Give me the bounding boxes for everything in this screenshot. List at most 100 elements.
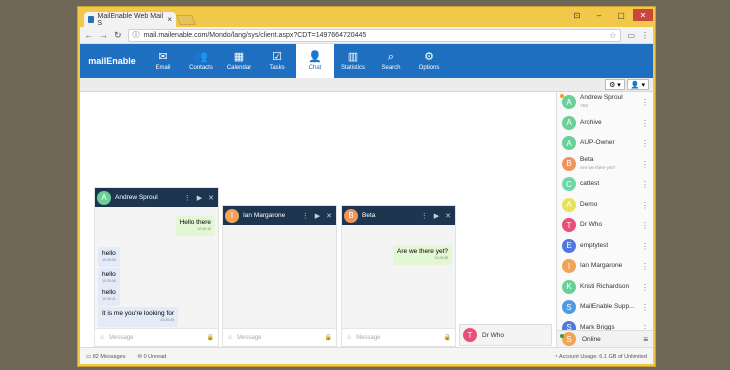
chat-header[interactable]: I Ian Margarone ⋮ ▶ ✕ [223,206,336,225]
more-options-icon[interactable]: ⋮ [641,119,649,128]
more-options-icon[interactable]: ⋮ [641,242,649,251]
reload-icon[interactable]: ↻ [114,30,122,41]
message-text: hello [102,271,116,278]
avatar: A [562,197,576,212]
contact-info: MailEnable Supp... [580,303,635,311]
tab-title: MailEnable Web Mail S [97,12,164,27]
more-options-icon[interactable]: ⋮ [641,139,649,148]
tab-close-icon[interactable]: × [167,15,172,24]
chat-title: Beta [362,212,376,219]
contact-info: AUP-Owner [580,139,615,147]
more-options-icon[interactable]: ⋮ [421,212,428,220]
nav-label: Email [155,64,171,71]
contact-info: Dr Who [580,221,602,229]
minimize-button[interactable]: – [589,9,609,21]
app-logo: mailEnable [80,44,144,78]
video-icon[interactable]: ▶ [315,212,320,220]
more-options-icon[interactable]: ⋮ [641,262,649,271]
contact-item[interactable]: A AUP-Owner ⋮ [557,133,653,154]
contact-item[interactable]: A Demo ⋮ [557,195,653,216]
more-options-icon[interactable]: ⋮ [641,221,649,230]
lock-icon: 🔒 [324,335,332,341]
contact-item[interactable]: A Archive ⋮ [557,113,653,134]
cast-icon[interactable]: ▭ [627,31,635,40]
contact-name: MailEnable Supp... [580,303,635,311]
contact-item[interactable]: Ccattest ⋮ [557,174,653,195]
contact-status: Are we there yet? [580,164,616,170]
close-icon[interactable]: ✕ [208,194,214,202]
nav-tasks[interactable]: ☑ Tasks [258,44,296,78]
contact-item[interactable]: K Kristi Richardson ⋮ [557,277,653,298]
chat-title: Andrew Sproul [115,194,158,201]
more-options-icon[interactable]: ⋮ [184,194,191,202]
contact-info: Ian Margarone [580,262,622,270]
forward-icon[interactable]: → [99,30,108,40]
more-options-icon[interactable]: ⋮ [641,180,649,189]
chat-area: T Dr Who A Andrew Sproul ⋮ ▶ ✕ Hello there 10:… [80,92,555,347]
menu-icon[interactable]: ⋮ [641,31,649,40]
tasks-icon: ☑ [272,50,282,63]
nav-search[interactable]: ⌕ Search [372,44,410,78]
nav-calendar[interactable]: ▦ Calendar [220,44,258,78]
message-time: 10:26:41 [102,297,116,301]
more-options-icon[interactable]: ⋮ [641,201,649,210]
contact-item[interactable]: B Beta Are we there yet? ⋮ [557,154,653,175]
more-options-icon[interactable]: ⋮ [641,303,649,312]
nav-email[interactable]: ✉ Email [144,44,182,78]
avatar: A [97,190,111,205]
message-input[interactable]: Message [109,335,133,341]
settings-dropdown-icon[interactable]: ⚙ ▾ [605,79,625,90]
contact-info: emptytest [580,242,608,250]
status-bar: ▭ 82 Messages ✉ 0 Unread ◔ Account Usage… [80,347,653,364]
chat-messages [223,225,336,328]
new-tab-button[interactable] [176,15,196,25]
contact-item[interactable]: S MailEnable Supp... ⋮ [557,297,653,318]
profile-icon[interactable]: ⊡ [567,9,587,21]
star-icon[interactable]: ☆ [609,31,616,40]
video-icon[interactable]: ▶ [434,212,439,220]
back-icon[interactable]: ← [84,30,93,40]
contact-item[interactable]: A Andrew Sproul YEs ⋮ [557,92,653,113]
avatar: B [344,208,358,223]
nav-chat[interactable]: 👤 Chat [296,44,334,78]
hamburger-icon[interactable]: ≡ [643,335,648,344]
contact-name: cattest [580,180,600,188]
browser-tab[interactable]: MailEnable Web Mail S × [84,12,176,27]
nav-label: Calendar [226,64,252,71]
contact-item[interactable]: T Dr Who ⋮ [557,215,653,236]
more-options-icon[interactable]: ⋮ [641,98,649,107]
emoji-icon[interactable]: ☺ [99,335,105,341]
gear-icon: ⚙ [424,50,434,63]
window-close-button[interactable]: ✕ [633,9,653,21]
nav-label: Chat [308,64,322,71]
url-text: mail.mailenable.com/Mondo/lang/sys/clien… [143,31,367,39]
user-dropdown-icon[interactable]: 👤 ▾ [626,79,649,90]
nav-statistics[interactable]: ▥ Statistics [334,44,372,78]
emoji-icon[interactable]: ☺ [227,335,233,341]
message-input[interactable]: Message [356,335,380,341]
chat-input-bar: ☺ Message 🔒 [223,328,336,346]
more-options-icon[interactable]: ⋮ [302,212,309,220]
contact-item[interactable]: I Ian Margarone ⋮ [557,256,653,277]
nav-items: ✉ Email 👥 Contacts ▦ Calendar ☑ Tasks 👤 Chat ▥ Stat… [144,44,448,78]
docked-chat[interactable]: T Dr Who [459,324,552,346]
video-icon[interactable]: ▶ [197,194,202,202]
address-bar[interactable]: ⓘ mail.mailenable.com/Mondo/lang/sys/cli… [127,28,622,42]
avatar: S [562,300,576,315]
nav-options[interactable]: ⚙ Options [410,44,448,78]
message-input[interactable]: Message [237,335,261,341]
contact-item[interactable]: Eemptytest ⋮ [557,236,653,257]
lock-icon: 🔒 [443,335,451,341]
close-icon[interactable]: ✕ [445,212,451,220]
chat-header[interactable]: B Beta ⋮ ▶ ✕ [342,206,455,225]
presence-bar[interactable]: S Online ≡ [557,330,653,347]
nav-contacts[interactable]: 👥 Contacts [182,44,220,78]
maximize-button[interactable]: ▢ [611,9,631,21]
emoji-icon[interactable]: ☺ [346,335,352,341]
close-icon[interactable]: ✕ [326,212,332,220]
contact-name: AUP-Owner [580,139,615,147]
more-options-icon[interactable]: ⋮ [641,283,649,292]
more-options-icon[interactable]: ⋮ [641,160,649,169]
window-controls: ⊡ – ▢ ✕ [567,9,653,21]
chat-header[interactable]: A Andrew Sproul ⋮ ▶ ✕ [95,188,218,207]
